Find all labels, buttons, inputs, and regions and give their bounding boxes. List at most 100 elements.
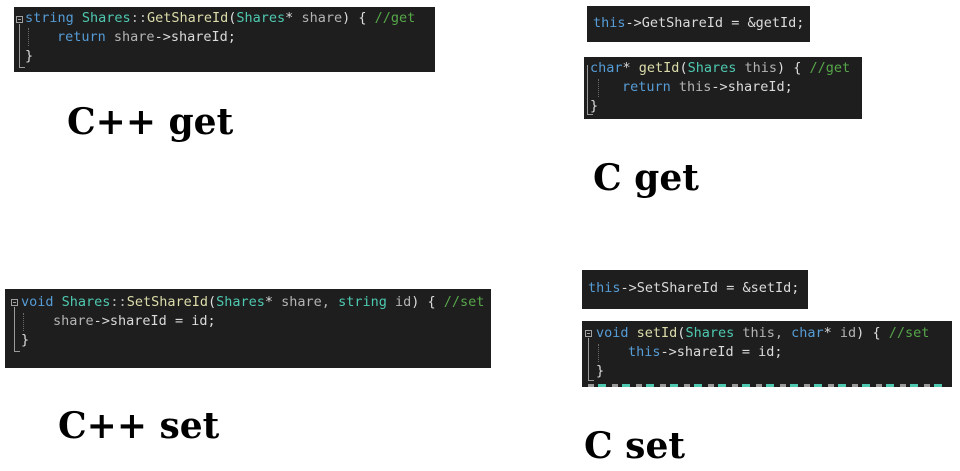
keyword: string	[25, 10, 74, 26]
code-line-1: void Shares::SetShareId(Shares* share, s…	[21, 293, 484, 312]
c-set-assign-block: this->SetShareId = &setId;	[582, 270, 808, 309]
comment: //get	[374, 10, 416, 26]
code-line-2: share->shareId = id;	[53, 312, 216, 331]
caption-c-get: C get	[593, 157, 699, 199]
code-line-2: return share->shareId;	[57, 28, 236, 47]
param-name: share,	[273, 294, 339, 310]
c-get-code-block: char* getId(Shares this) { //get return …	[584, 57, 862, 119]
code-line-2: return this->shareId;	[622, 78, 793, 97]
param-type: char	[791, 325, 824, 341]
paren: )	[777, 60, 786, 76]
function-name: SetShareId	[126, 294, 208, 310]
param-type: string	[338, 294, 387, 310]
indent-guide	[598, 344, 600, 362]
brace: {	[350, 10, 375, 26]
param-type: Shares	[685, 325, 735, 341]
member: shareId	[727, 79, 785, 95]
keyword: void	[596, 325, 629, 341]
keyword: void	[21, 294, 54, 310]
param-type: Shares	[687, 60, 737, 76]
pointer: *	[823, 325, 832, 341]
arrow-operator: ->	[660, 344, 677, 360]
caption-cpp-set: C++ set	[58, 405, 220, 447]
member: shareId	[109, 313, 167, 329]
arrow-operator: ->	[620, 280, 637, 296]
code-line-3: }	[25, 47, 33, 66]
caption-cpp-get: C++ get	[67, 101, 234, 143]
pointer: *	[622, 60, 631, 76]
identifier: share	[53, 313, 94, 329]
keyword: char	[590, 60, 623, 76]
expression: = id;	[166, 313, 216, 329]
member: shareId	[676, 344, 734, 360]
paren: (	[207, 294, 217, 310]
fold-bracket	[14, 307, 20, 352]
code-line-3: }	[596, 362, 604, 381]
function-name: setId	[628, 325, 678, 341]
cpp-get-code-block: string Shares::GetShareId(Shares* share)…	[14, 7, 435, 72]
expression: = &getId;	[723, 15, 805, 31]
collapse-icon[interactable]	[16, 16, 23, 23]
keyword: this	[593, 15, 626, 31]
arrow-operator: ->	[154, 29, 171, 45]
brace: {	[864, 325, 889, 341]
code-line-1: string Shares::GetShareId(Shares* share)…	[25, 9, 415, 28]
code-line-2: this->shareId = id;	[628, 343, 782, 362]
brace: {	[785, 60, 810, 76]
class-name: Shares	[53, 294, 111, 310]
function-name: GetShareId	[146, 10, 229, 26]
param-name: this,	[734, 325, 792, 341]
class-name: Shares	[81, 10, 131, 26]
identifier: share	[105, 29, 155, 45]
member: shareId	[170, 29, 228, 45]
indent-guide	[28, 28, 30, 46]
caption-c-set: C set	[584, 425, 685, 467]
code-line-3: }	[21, 331, 29, 350]
paren: )	[342, 10, 351, 26]
keyword: this	[628, 344, 661, 360]
keyword: return	[622, 79, 671, 95]
collapse-icon[interactable]	[11, 299, 18, 306]
indent-guide	[598, 79, 600, 97]
brace: }	[21, 332, 30, 348]
fold-bracket	[588, 338, 594, 381]
code-line: this->GetShareId = &getId;	[593, 14, 804, 33]
arrow-operator: ->	[711, 79, 728, 95]
scope-operator: ::	[130, 10, 147, 26]
cut-off-next-line	[588, 384, 946, 387]
expression: = id;	[733, 344, 783, 360]
cpp-set-code-block: void Shares::SetShareId(Shares* share, s…	[5, 289, 491, 368]
keyword: this	[588, 280, 621, 296]
member: GetShareId	[641, 15, 724, 31]
indent-guide	[23, 313, 25, 331]
code-line-1: char* getId(Shares this) { //get	[590, 59, 850, 78]
comment: //set	[888, 325, 930, 341]
brace: }	[590, 98, 599, 114]
comment: //get	[809, 60, 851, 76]
code-line: this->SetShareId = &setId;	[588, 279, 799, 298]
collapse-icon[interactable]	[585, 330, 592, 337]
param-name: this	[736, 60, 777, 76]
semicolon: ;	[227, 29, 236, 45]
code-line-1: void setId(Shares this, char* id) { //se…	[596, 324, 929, 343]
param-type: Shares	[236, 10, 286, 26]
brace: }	[25, 48, 34, 64]
function-name: getId	[630, 60, 680, 76]
c-get-assign-block: this->GetShareId = &getId;	[587, 6, 810, 42]
c-set-code-block: void setId(Shares this, char* id) { //se…	[582, 321, 952, 387]
brace: {	[419, 294, 444, 310]
comment: //set	[443, 294, 485, 310]
expression: = &setId;	[718, 280, 800, 296]
paren: (	[679, 60, 688, 76]
brace: }	[596, 363, 605, 379]
semicolon: ;	[784, 79, 793, 95]
param-name: id	[386, 294, 412, 310]
param-name: id	[831, 325, 857, 341]
identifier: this	[670, 79, 712, 95]
member: SetShareId	[636, 280, 719, 296]
keyword: return	[57, 29, 106, 45]
arrow-operator: ->	[625, 15, 642, 31]
param-type: Shares	[216, 294, 265, 310]
pointer: *	[264, 294, 274, 310]
code-line-3: }	[590, 97, 598, 116]
